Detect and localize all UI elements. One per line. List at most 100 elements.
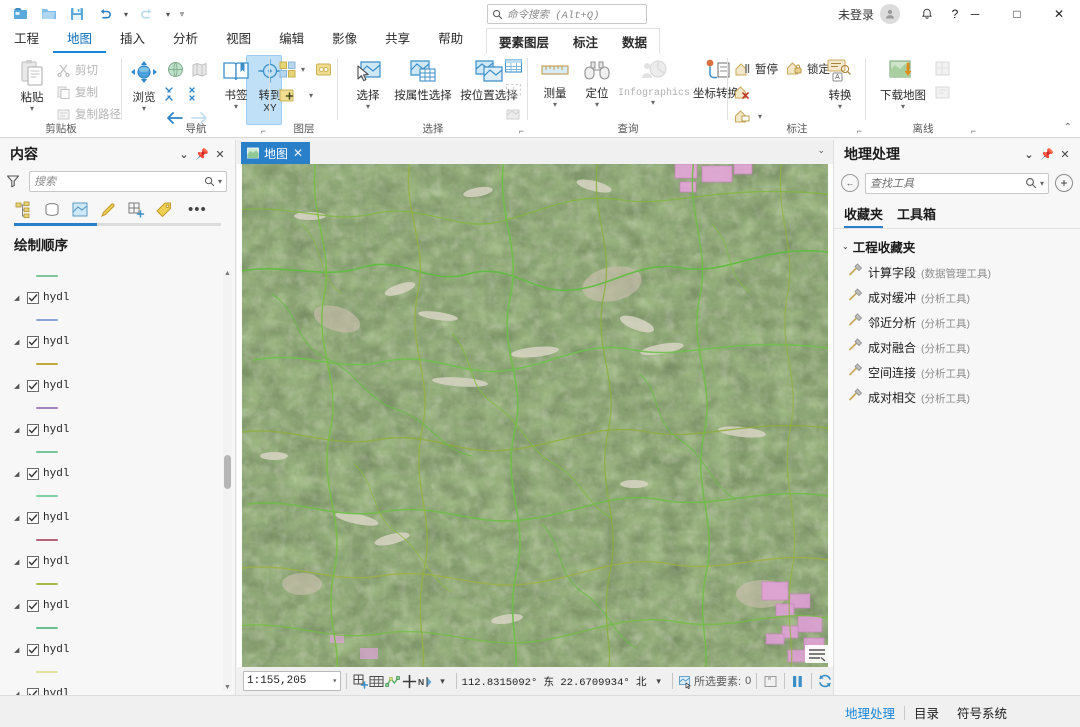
contents-menu-icon[interactable]: ⌄ [175, 148, 193, 161]
list-by-selection-icon[interactable] [70, 200, 89, 219]
scroll-down-arrow-icon[interactable]: ▼ [223, 684, 232, 691]
snapping-icon[interactable] [385, 673, 401, 690]
contents-layer-list[interactable]: ◢ hydl ◢ hydl ◢ hydl ◢ hydl ◢ hydl ◢ hyd… [0, 264, 235, 695]
list-by-data-source-icon[interactable] [42, 200, 61, 219]
select-by-attributes-button[interactable]: 按属性选择 [390, 58, 456, 103]
basemap-caret-icon[interactable]: ▾ [301, 65, 305, 74]
list-by-snapping-icon[interactable] [126, 200, 145, 219]
measure-caret-icon[interactable]: ▾ [534, 100, 576, 109]
contents-more-options-icon[interactable]: ••• [188, 201, 207, 218]
list-item[interactable]: ◢ hydl [0, 419, 235, 440]
add-preset-layer-button[interactable] [314, 60, 333, 79]
contents-close-icon[interactable]: ✕ [211, 148, 229, 161]
ribbon-tab-insert[interactable]: 插入 [106, 25, 159, 53]
layer-visibility-checkbox[interactable] [27, 467, 39, 480]
expand-arrow-icon[interactable]: ◢ [14, 558, 23, 566]
tab-favorites[interactable]: 收藏夹 [844, 204, 884, 228]
dock-tab-symbology[interactable]: 符号系统 [948, 701, 1016, 724]
zoom-to-selection-button[interactable] [504, 82, 523, 99]
explore-button[interactable]: 浏览 ▾ [124, 58, 164, 113]
map-tab-close-icon[interactable]: ✕ [293, 146, 303, 160]
pause-labeling-button[interactable]: 暂停 [734, 60, 778, 77]
download-map-button[interactable]: 下载地图 ▾ [876, 58, 930, 111]
previous-extent-bookmark-button[interactable] [190, 60, 209, 79]
north-arrow-icon[interactable]: N [417, 673, 434, 690]
download-map-caret-icon[interactable]: ▾ [876, 102, 930, 111]
fixed-zoom-in-button[interactable] [164, 86, 184, 102]
list-item[interactable]: ◢ hydl [0, 331, 235, 352]
list-item[interactable]: ◢ hydl [0, 639, 235, 660]
add-data-caret-icon[interactable]: ▾ [309, 91, 313, 100]
map-canvas[interactable] [237, 164, 833, 667]
basemap-button[interactable]: ▾ [278, 60, 305, 79]
sync-button[interactable] [934, 60, 951, 77]
grid-icon[interactable] [368, 673, 384, 690]
ribbon-tab-imagery[interactable]: 影像 [318, 25, 371, 53]
list-by-drawing-order-icon[interactable] [14, 200, 33, 219]
map-scale-selector[interactable]: 1:155,205 ▾ [243, 671, 342, 691]
expand-arrow-icon[interactable]: ◢ [14, 294, 23, 302]
geoprocessing-menu-icon[interactable]: ⌄ [1020, 148, 1038, 161]
contents-search-input[interactable]: 搜索 ▾ [29, 170, 227, 192]
geoprocessing-search-caret-icon[interactable]: ▾ [1040, 179, 1044, 188]
selected-features-icon[interactable] [678, 673, 694, 690]
list-by-editing-icon[interactable] [98, 200, 117, 219]
dock-tab-geoprocessing[interactable]: 地理处理 [836, 701, 904, 724]
list-item[interactable]: ◢ hydl [0, 595, 235, 616]
add-grid-icon[interactable] [352, 673, 368, 690]
add-data-button[interactable]: ▾ [278, 86, 313, 105]
pause-drawing-icon[interactable] [789, 673, 805, 690]
attribute-table-button[interactable] [504, 58, 523, 75]
account-area[interactable]: 未登录 [838, 0, 900, 28]
chevron-down-icon[interactable]: ⌄ [842, 242, 849, 251]
locate-button[interactable]: 定位 ▾ [576, 58, 618, 109]
layer-visibility-checkbox[interactable] [27, 379, 39, 392]
refresh-icon[interactable] [817, 673, 833, 690]
layer-visibility-checkbox[interactable] [27, 555, 39, 568]
ribbon-tab-share[interactable]: 共享 [371, 25, 424, 53]
scrollbar-thumb[interactable] [224, 455, 231, 489]
collapse-ribbon-icon[interactable]: ⌃ [1064, 122, 1072, 133]
infographics-button[interactable]: Infographics ▾ [618, 58, 690, 107]
list-item[interactable]: 空间连接 (分析工具) [834, 359, 1080, 384]
list-item[interactable]: ◢ hydl [0, 507, 235, 528]
list-item[interactable]: ◢ hydl [0, 375, 235, 396]
ribbon-tab-project[interactable]: 工程 [0, 25, 53, 53]
ribbon-tab-edit[interactable]: 编辑 [265, 25, 318, 53]
unplaced-labels-button[interactable] [734, 84, 751, 101]
list-item[interactable]: ◢ hydl [0, 463, 235, 484]
back-arrow-icon[interactable]: ← [841, 174, 859, 192]
list-item[interactable]: 邻近分析 (分析工具) [834, 309, 1080, 334]
geoprocessing-close-icon[interactable]: ✕ [1056, 148, 1074, 161]
close-button[interactable]: ✕ [1038, 0, 1080, 28]
navigate-dialog-launcher[interactable]: ⌐ [261, 126, 266, 136]
layer-visibility-checkbox[interactable] [27, 423, 39, 436]
crosshair-icon[interactable] [401, 673, 417, 690]
expand-arrow-icon[interactable]: ◢ [14, 382, 23, 390]
basemap-attribution-icon[interactable] [805, 645, 829, 663]
tab-map[interactable]: 地图 ✕ [241, 142, 311, 164]
contents-search-caret-icon[interactable]: ▾ [218, 177, 222, 186]
convert-labels-button[interactable]: A 转换 ▾ [814, 58, 866, 111]
map-scale-caret-icon[interactable]: ▾ [332, 676, 337, 686]
list-by-labeling-icon[interactable] [154, 200, 173, 219]
dock-tab-catalog[interactable]: 目录 [905, 701, 948, 724]
contents-scrollbar[interactable]: ▲ ▼ [223, 270, 232, 691]
cut-button[interactable]: 剪切 [56, 62, 98, 78]
add-toolbox-icon[interactable]: + [1055, 174, 1073, 192]
selection-dialog-launcher[interactable]: ⌐ [519, 126, 524, 136]
fixed-zoom-out-button[interactable] [188, 86, 208, 102]
tab-toolboxes[interactable]: 工具箱 [897, 204, 936, 228]
paste-button[interactable]: 粘贴 ▾ [6, 58, 58, 113]
layer-visibility-checkbox[interactable] [27, 291, 39, 304]
labeling-dialog-launcher[interactable]: ⌐ [857, 126, 862, 136]
map-tools-caret-icon[interactable]: ▾ [434, 673, 450, 690]
select-button[interactable]: 选择 ▾ [346, 58, 390, 111]
more-labeling-caret-icon[interactable]: ▾ [758, 112, 762, 121]
scroll-up-arrow-icon[interactable]: ▲ [223, 270, 232, 277]
full-extent-button[interactable] [166, 60, 185, 79]
ribbon-tab-map[interactable]: 地图 [53, 25, 107, 53]
manage-replica-button[interactable] [934, 84, 951, 101]
layer-visibility-checkbox[interactable] [27, 599, 39, 612]
ribbon-tab-help[interactable]: 帮助 [424, 25, 477, 53]
